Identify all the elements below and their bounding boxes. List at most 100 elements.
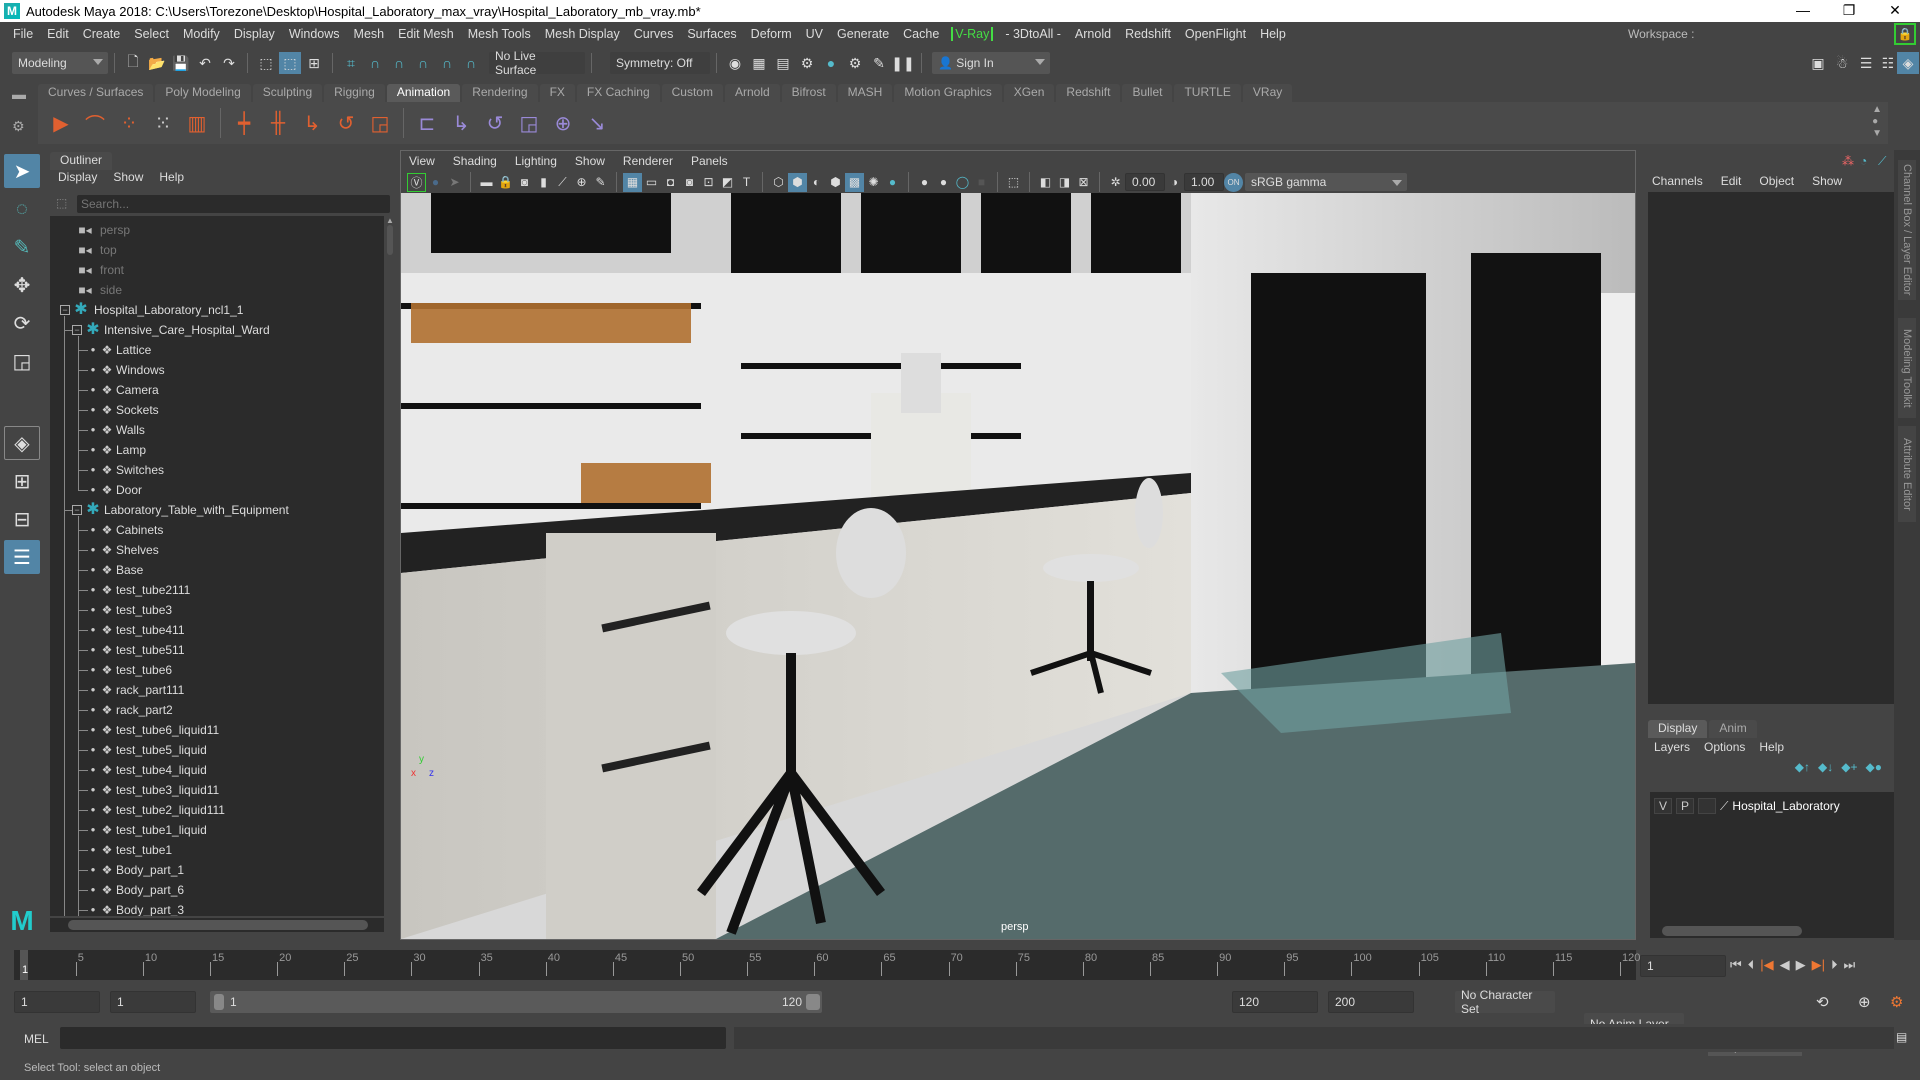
character-set-dropdown[interactable]: No Character Set (1455, 988, 1555, 1016)
menu-windows[interactable]: Windows (282, 27, 347, 41)
menu-display[interactable]: Display (227, 27, 282, 41)
outliner-vertical-scrollbar[interactable]: ▲ (386, 216, 394, 916)
outliner-camera-item[interactable]: ■◂ front (50, 260, 380, 280)
channelbox-menu-edit[interactable]: Edit (1721, 174, 1742, 188)
loop-icon[interactable]: ⟲ (1816, 993, 1829, 1011)
outliner-mesh-item[interactable]: ● ❖ Switches (50, 460, 380, 480)
outliner-mesh-item[interactable]: ● ❖ test_tube5_liquid (50, 740, 380, 760)
outliner-mesh-item[interactable]: ● ❖ test_tube6_liquid11 (50, 720, 380, 740)
shelf-tab[interactable]: Poly Modeling (155, 84, 251, 102)
color-space-dropdown[interactable]: sRGB gamma (1245, 173, 1407, 191)
vray-sphere-icon[interactable]: ● (426, 173, 445, 192)
wireframe-icon[interactable]: ⬡ (769, 173, 788, 192)
single-pane-layout-icon[interactable]: ◈ (4, 426, 40, 460)
xray-components-icon[interactable]: ⊠ (1074, 173, 1093, 192)
key-scale-icon[interactable]: ◲ (365, 108, 395, 138)
camera-attributes-icon[interactable]: ◙ (515, 173, 534, 192)
outliner-tab[interactable]: Outliner (50, 152, 113, 170)
snap-magnet-icon[interactable]: ∩ (460, 52, 482, 74)
collapse-icon[interactable]: − (60, 305, 70, 315)
motion-trail-icon[interactable]: ⌒ (80, 108, 110, 138)
color-management-toggle-icon[interactable]: ON (1224, 172, 1243, 192)
outliner-mesh-item[interactable]: ● ❖ test_tube3 (50, 600, 380, 620)
lasso-tool-icon[interactable]: ◌ (4, 192, 40, 226)
bookmark-icon[interactable]: ▮ (534, 173, 553, 192)
outliner-root-item[interactable]: − ✱ Hospital_Laboratory_ncl1_1 (50, 300, 380, 320)
textured-icon[interactable]: ▩ (845, 172, 864, 192)
outliner-camera-item[interactable]: ■◂ top (50, 240, 380, 260)
menu-redshift[interactable]: Redshift (1118, 27, 1178, 41)
snap-curve-icon[interactable]: ∩ (364, 52, 386, 74)
use-all-lights-icon[interactable]: ✺ (864, 173, 883, 192)
shelf-settings-icon[interactable]: ⚙ (12, 118, 25, 135)
shelf-tab[interactable]: Curves / Surfaces (38, 84, 154, 102)
layer-menu-layers[interactable]: Layers (1654, 740, 1690, 754)
ambient-occlusion-icon[interactable]: ● (915, 173, 934, 192)
outliner-mesh-item[interactable]: ● ❖ Base (50, 560, 380, 580)
close-button[interactable]: ✕ (1872, 0, 1918, 22)
viewport-menu-lighting[interactable]: Lighting (515, 154, 557, 168)
xray-icon[interactable]: ◧ (1036, 173, 1055, 192)
viewport-3d-scene[interactable]: y x z (401, 193, 1635, 939)
viewport-menu-panels[interactable]: Panels (691, 154, 728, 168)
shelf-tab[interactable]: Rendering (462, 84, 538, 102)
outliner-mesh-item[interactable]: ● ❖ test_tube2111 (50, 580, 380, 600)
select-tool-icon[interactable]: ➤ (4, 154, 40, 188)
range-start-handle[interactable] (214, 994, 224, 1010)
menu-edit[interactable]: Edit (40, 27, 76, 41)
menu-file[interactable]: File (6, 27, 40, 41)
outliner-mesh-item[interactable]: ● ❖ rack_part111 (50, 680, 380, 700)
key-rotate-icon[interactable]: ↺ (331, 108, 361, 138)
filter-icon[interactable]: ⬚ (56, 196, 67, 210)
shelf-tab[interactable]: XGen (1003, 84, 1055, 102)
script-editor-icon[interactable]: ▤ (1896, 1030, 1907, 1044)
menu-surfaces[interactable]: Surfaces (680, 27, 743, 41)
shelf-tab[interactable]: Sculpting (252, 84, 323, 102)
vray-toggle-icon[interactable]: Ⓥ (407, 172, 426, 192)
playback-start-field[interactable]: 1 (110, 991, 196, 1013)
auto-key-icon[interactable]: ⊕ (1858, 993, 1871, 1011)
set-breakdown-icon[interactable]: ╫ (263, 108, 293, 138)
layer-tab-anim[interactable]: Anim (1709, 720, 1757, 738)
tool-settings-icon[interactable]: ☷ (1877, 52, 1899, 74)
menu-vray[interactable]: V-Ray (951, 27, 994, 41)
menu-mesh-tools[interactable]: Mesh Tools (461, 27, 538, 41)
undo-icon[interactable]: ↶ (194, 52, 216, 74)
outliner-camera-item[interactable]: ■◂ persp (50, 220, 380, 240)
outliner-mesh-item[interactable]: ● ❖ Lamp (50, 440, 380, 460)
animation-preferences-icon[interactable]: ⚙ (1890, 993, 1903, 1011)
menu-select[interactable]: Select (127, 27, 176, 41)
ghost-icon[interactable]: ⁘ (114, 108, 144, 138)
outliner-layout-icon[interactable]: ☰ (4, 540, 40, 574)
restore-button[interactable]: ❐ (1826, 0, 1872, 22)
viewport-menu-shading[interactable]: Shading (453, 154, 497, 168)
shelf-tab[interactable]: Arnold (724, 84, 780, 102)
outliner-mesh-item[interactable]: ● ❖ test_tube4_liquid (50, 760, 380, 780)
isolate-select-icon[interactable]: ⬚ (1004, 173, 1023, 192)
shadows-icon[interactable]: ● (883, 173, 902, 192)
current-frame-field[interactable]: 1 (1640, 955, 1726, 977)
menu-help[interactable]: Help (1253, 27, 1293, 41)
scale-tool-icon[interactable]: ◲ (4, 344, 40, 378)
minimize-button[interactable]: — (1780, 0, 1826, 22)
outliner-mesh-item[interactable]: ● ❖ Walls (50, 420, 380, 440)
select-object-icon[interactable]: ⬚ (279, 52, 301, 74)
lock-camera-icon[interactable]: 🔒 (496, 173, 515, 192)
vray-cursor-icon[interactable]: ➤ (445, 173, 464, 192)
new-layer-icon[interactable]: ◆+ (1841, 760, 1857, 774)
select-camera-icon[interactable]: ▬ (477, 173, 496, 192)
outliner-mesh-item[interactable]: ● ❖ Body_part_6 (50, 880, 380, 900)
layer-menu-options[interactable]: Options (1704, 740, 1745, 754)
image-plane-icon[interactable]: ⟋ (553, 173, 572, 192)
open-scene-icon[interactable]: 📂 (146, 52, 168, 74)
move-layer-up-icon[interactable]: ◆↑ (1795, 760, 1810, 774)
menu-openflight[interactable]: OpenFlight (1178, 27, 1253, 41)
layer-horizontal-scrollbar[interactable] (1650, 924, 1896, 938)
channelbox-menu-channels[interactable]: Channels (1652, 174, 1703, 188)
film-gate-icon[interactable]: ▭ (642, 173, 661, 192)
scale-manipulator-icon[interactable]: ⟋ (1878, 154, 1886, 169)
outliner-group-item[interactable]: − ✱ Laboratory_Table_with_Equipment (50, 500, 380, 520)
shelf-tab[interactable]: TURTLE (1174, 84, 1241, 102)
collapse-icon[interactable]: − (72, 505, 82, 515)
menu-modify[interactable]: Modify (176, 27, 227, 41)
